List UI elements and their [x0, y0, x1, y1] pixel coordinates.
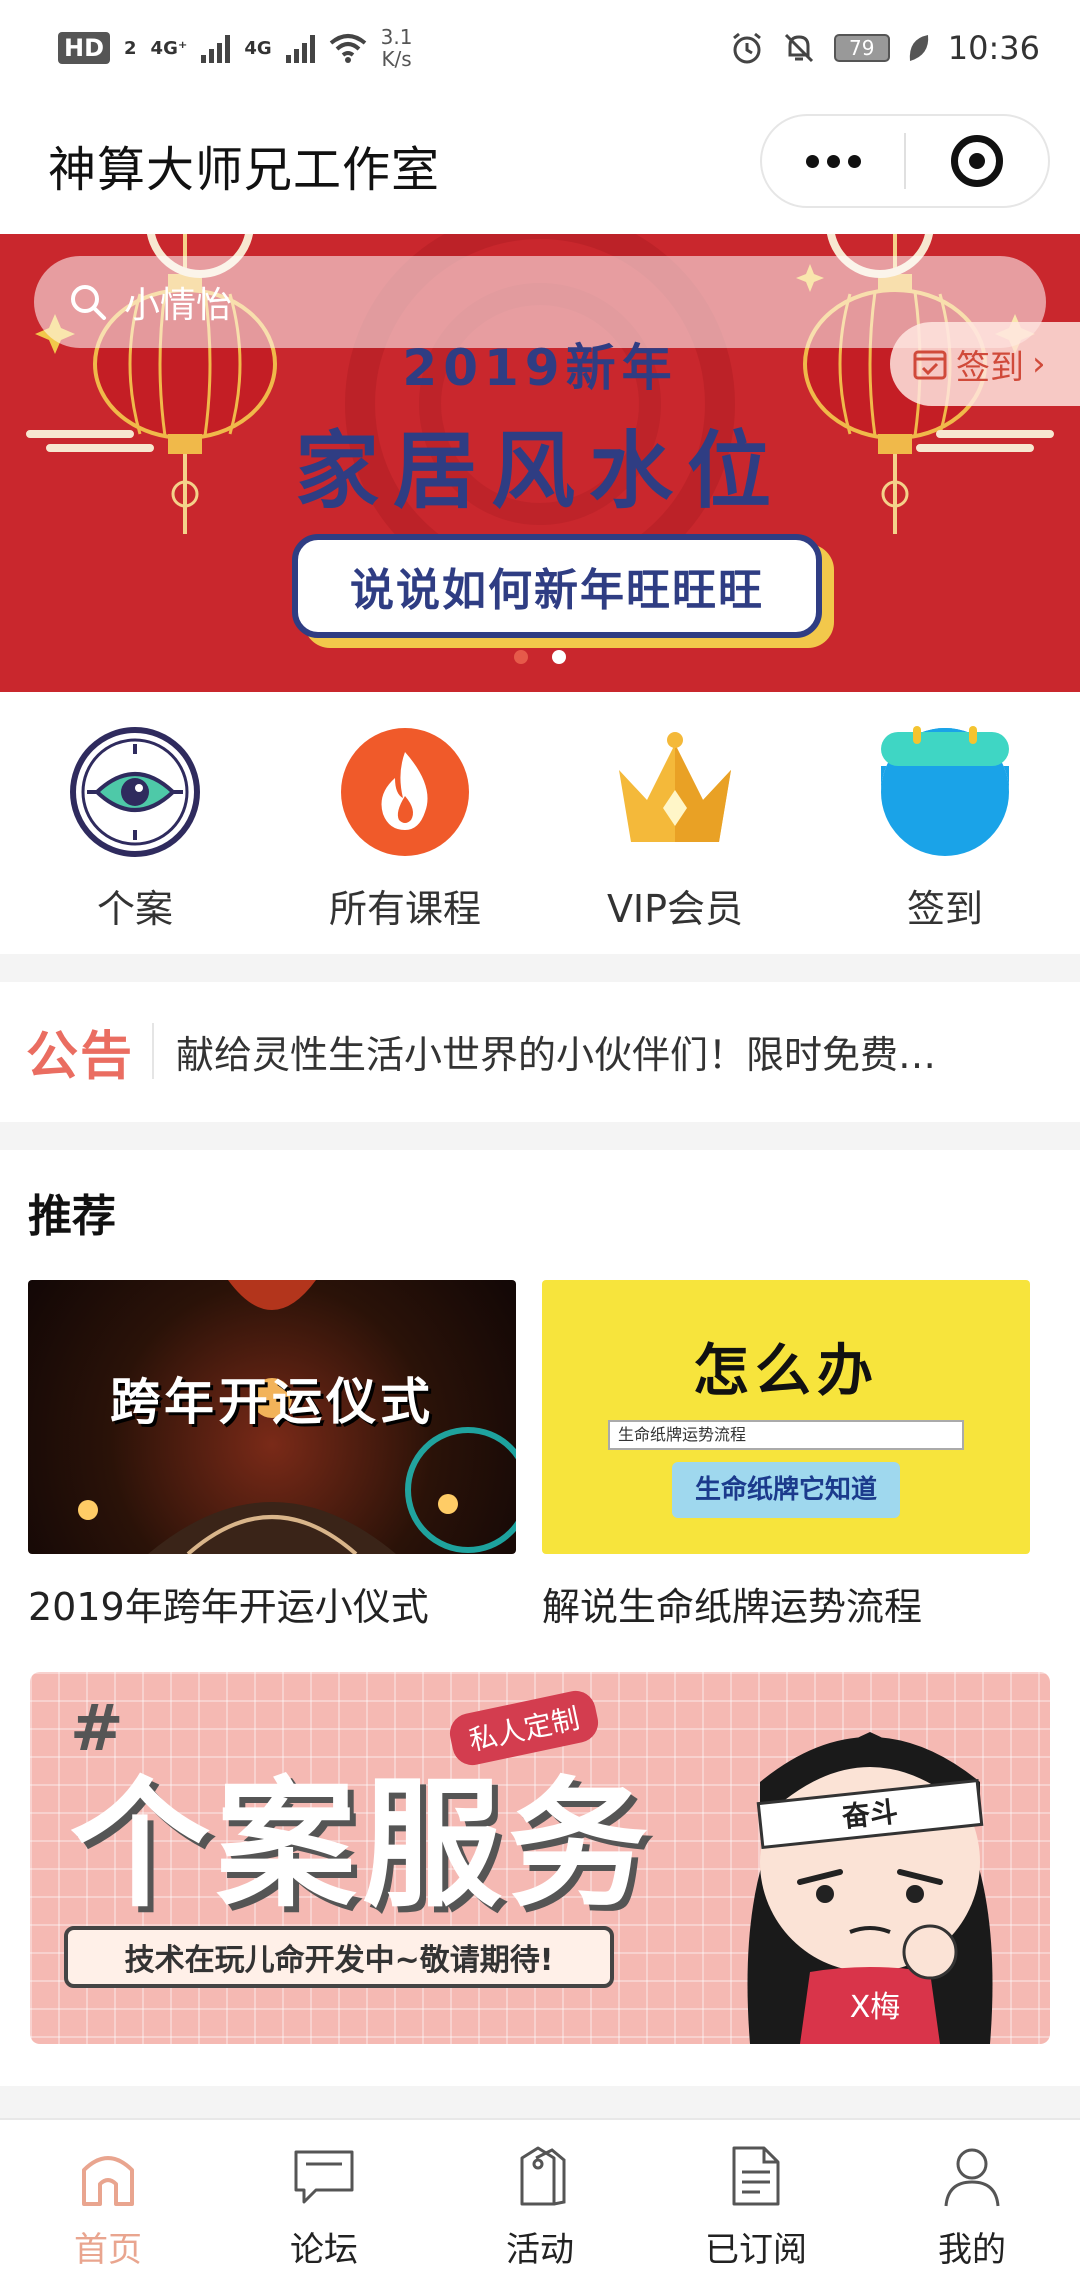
- network-type-2: 4G: [244, 37, 272, 59]
- hd-badge: HD: [58, 32, 111, 64]
- recommend-card[interactable]: 怎么办 生命纸牌运势流程 生命纸牌它知道 解说生命纸牌运势流程: [542, 1280, 1030, 1631]
- card-image-text: 怎么办: [693, 1339, 879, 1404]
- card-caption: 2019年跨年开运小仪式: [28, 1585, 429, 1629]
- page-title: 神算大师兄工作室: [48, 142, 441, 198]
- recommend-card[interactable]: 跨年开运仪式 2019年跨年开运小仪式: [28, 1280, 516, 1631]
- flame-icon: [341, 728, 469, 856]
- document-icon: [732, 2146, 780, 2206]
- card-image: 跨年开运仪式: [28, 1280, 516, 1554]
- mini-program-navbar: 神算大师兄工作室: [0, 96, 1080, 234]
- section-divider: [0, 1122, 1080, 1150]
- card-caption: 解说生命纸牌运势流程: [542, 1585, 923, 1629]
- carousel-dot[interactable]: [514, 650, 528, 664]
- capsule-menu: [760, 114, 1050, 208]
- mute-bell-icon: [784, 33, 813, 63]
- wifi-icon: [329, 34, 366, 63]
- section-divider: [0, 954, 1080, 982]
- eye-clock-icon: [70, 727, 200, 857]
- tab-label: 我的: [938, 2230, 1006, 2270]
- grid-label: VIP会员: [606, 887, 744, 931]
- section-divider: [0, 2086, 1080, 2118]
- target-icon: [951, 135, 1003, 187]
- banner-title: 家居风水位: [294, 422, 785, 520]
- service-subtitle-box: 技术在玩儿命开发中~敬请期待!: [64, 1926, 614, 1988]
- clock-time: 10:36: [947, 29, 1040, 67]
- shirt-text: X梅: [850, 1990, 901, 2025]
- notice-tag: 公告: [26, 1026, 135, 1087]
- chat-icon: [294, 2150, 354, 2204]
- crown-icon: [619, 732, 731, 842]
- banner-caption: 说说如何新年旺旺旺: [292, 534, 822, 638]
- search-placeholder: 小情怡: [124, 285, 233, 326]
- network-speed: 3.1 K/s: [380, 25, 413, 71]
- sim-number: 2: [124, 37, 137, 59]
- grid-label: 签到: [906, 887, 983, 931]
- tab-subscribed[interactable]: 已订阅: [648, 2120, 864, 2280]
- tag-icon: [520, 2146, 566, 2206]
- tab-activity[interactable]: 活动: [432, 2120, 648, 2280]
- signal-icon-2: [285, 33, 315, 63]
- card-image-button: 生命纸牌它知道: [672, 1462, 900, 1518]
- user-icon: [944, 2148, 1000, 2207]
- notice-divider: [152, 1023, 155, 1079]
- close-button[interactable]: [906, 135, 1048, 187]
- promo-banner[interactable]: 小情怡 签到 › 2019新年 家居风水位 说说如何新年旺旺旺: [0, 234, 1080, 692]
- girl-illustration: 奋斗 X梅: [747, 1732, 993, 2044]
- headband-text: 奋斗: [840, 1795, 899, 1834]
- tab-label: 首页: [74, 2230, 142, 2270]
- carousel-dot[interactable]: [552, 650, 566, 664]
- grid-item-courses[interactable]: 所有课程: [270, 692, 540, 954]
- battery-icon: 79: [833, 34, 890, 62]
- case-service-banner[interactable]: # 个案服务 私人定制 技术在玩儿命开发中~敬请期待! 奋斗 X梅: [30, 1672, 1050, 2044]
- carousel-indicators: [0, 650, 1080, 664]
- leaf-icon: [909, 35, 928, 61]
- grid-item-signin[interactable]: 签到: [810, 692, 1080, 954]
- card-image-text: 跨年开运仪式: [110, 1373, 434, 1431]
- notice-bar[interactable]: 公告 献给灵性生活小世界的小伙伴们！限时免费…: [0, 982, 1080, 1120]
- service-title: 个案服务: [70, 1764, 655, 1927]
- network-type-1: 4G⁺: [150, 37, 188, 59]
- tab-mine[interactable]: 我的: [864, 2120, 1080, 2280]
- home-icon: [82, 2156, 134, 2206]
- tab-label: 论坛: [290, 2230, 358, 2270]
- grid-label: 所有课程: [328, 887, 481, 931]
- tab-label: 活动: [506, 2230, 574, 2270]
- status-bar: HD 2 4G⁺ 4G 3.1 K/s 79 10:36: [0, 0, 1080, 96]
- section-title-recommend: 推荐: [28, 1191, 116, 1242]
- card-image-search: 生命纸牌运势流程: [608, 1420, 964, 1450]
- tab-label: 已订阅: [705, 2230, 807, 2270]
- search-icon: [71, 285, 106, 320]
- quick-nav-grid: 个案 所有课程 VIP会员 签到: [0, 692, 1080, 954]
- bottom-tab-bar: 首页 论坛 活动 已订阅 我的: [0, 2118, 1080, 2280]
- tab-forum[interactable]: 论坛: [216, 2120, 432, 2280]
- signal-icon: [201, 33, 231, 63]
- card-image: 怎么办 生命纸牌运势流程 生命纸牌它知道: [542, 1280, 1030, 1554]
- banner-subtitle: 2019新年: [402, 339, 678, 397]
- alarm-icon: [732, 32, 761, 64]
- more-button[interactable]: [762, 154, 904, 168]
- notice-text: 献给灵性生活小世界的小伙伴们！限时免费…: [176, 1032, 937, 1077]
- tab-home[interactable]: 首页: [0, 2120, 216, 2280]
- grid-label: 个案: [96, 887, 173, 931]
- grid-item-vip[interactable]: VIP会员: [540, 692, 810, 954]
- calendar-icon: [881, 726, 1009, 856]
- grid-item-case[interactable]: 个案: [0, 692, 270, 954]
